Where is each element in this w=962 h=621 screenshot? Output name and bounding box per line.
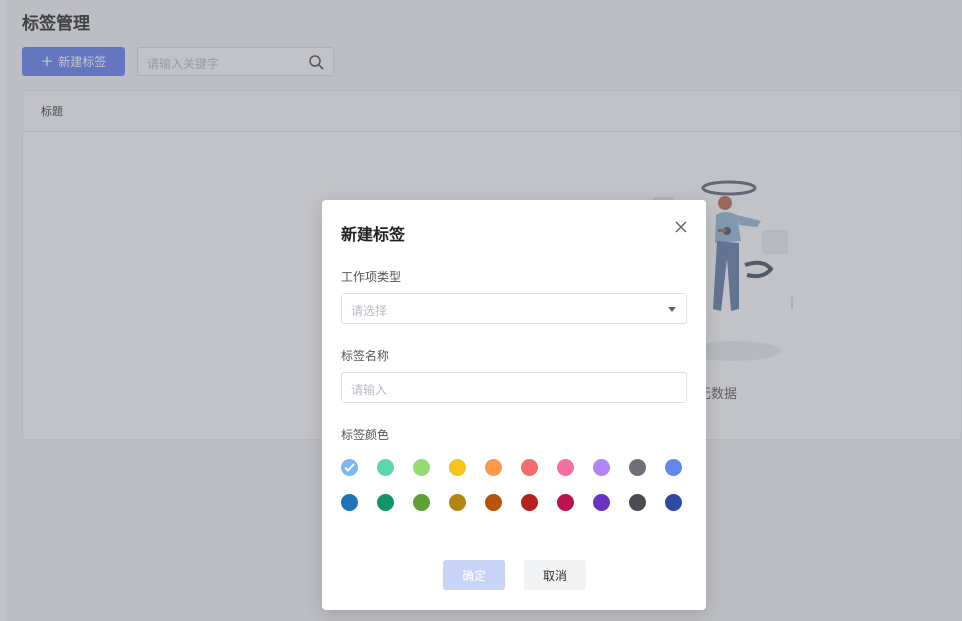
- color-swatch[interactable]: [593, 494, 610, 511]
- cancel-button[interactable]: 取消: [524, 560, 586, 590]
- color-row-2: [341, 494, 682, 511]
- color-swatch[interactable]: [449, 494, 466, 511]
- color-swatch[interactable]: [485, 459, 502, 476]
- tag-name-label: 标签名称: [341, 349, 390, 363]
- confirm-button[interactable]: 确定: [443, 560, 505, 590]
- color-swatch[interactable]: [629, 494, 646, 511]
- tag-name-input[interactable]: 请输入: [341, 372, 687, 403]
- dialog-title: 新建标签: [341, 225, 406, 244]
- color-palette: [341, 459, 682, 529]
- color-swatch[interactable]: [521, 494, 538, 511]
- tag-color-label: 标签颜色: [341, 428, 390, 442]
- check-icon: [344, 463, 355, 472]
- color-row-1: [341, 459, 682, 476]
- close-icon[interactable]: [674, 219, 688, 238]
- color-swatch[interactable]: [449, 459, 466, 476]
- color-swatch[interactable]: [341, 494, 358, 511]
- color-swatch[interactable]: [413, 494, 430, 511]
- color-swatch[interactable]: [665, 494, 682, 511]
- color-swatch[interactable]: [377, 459, 394, 476]
- work-item-type-placeholder: 请选择: [351, 304, 388, 318]
- color-swatch[interactable]: [557, 494, 574, 511]
- tag-name-placeholder: 请输入: [351, 383, 388, 397]
- work-item-type-select[interactable]: 请选择: [341, 293, 687, 324]
- color-swatch[interactable]: [557, 459, 574, 476]
- color-swatch[interactable]: [593, 459, 610, 476]
- color-swatch[interactable]: [629, 459, 646, 476]
- color-swatch[interactable]: [665, 459, 682, 476]
- new-tag-dialog: 新建标签 工作项类型 请选择 标签名称 请输入 标签颜色 确定 取消: [322, 200, 706, 610]
- color-swatch-selected[interactable]: [341, 459, 358, 476]
- color-swatch[interactable]: [377, 494, 394, 511]
- color-swatch[interactable]: [521, 459, 538, 476]
- dropdown-caret-icon: [668, 307, 676, 312]
- color-swatch[interactable]: [413, 459, 430, 476]
- color-swatch[interactable]: [485, 494, 502, 511]
- work-item-type-label: 工作项类型: [341, 270, 402, 284]
